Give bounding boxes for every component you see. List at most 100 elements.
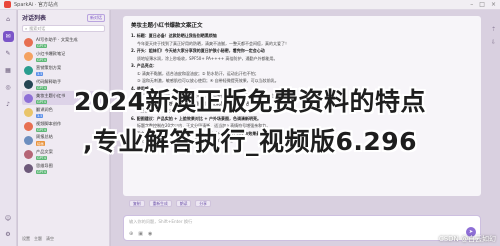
message-line: 标题字数控制在20字以内，正文分段清晰，适当加入表情符号增强亲和力。 (137, 123, 271, 128)
settings-icon[interactable]: ⚙ (3, 229, 14, 240)
copy-button[interactable]: 复制 (129, 200, 145, 207)
chat-items: AI写作助手 · 文案生成 GPT4 小红书爆款笔记 GPT4 营销策划方案 3.5 代码解… (22, 35, 105, 175)
chat-search-box[interactable]: ⌕ 搜索对话 (22, 25, 105, 32)
app-logo-icon (4, 1, 11, 8)
side-tools: ⇡ ⇩ (491, 26, 496, 46)
search-placeholder: 搜索对话 (29, 25, 46, 31)
chat-list-item[interactable]: AI写作助手 · 文案生成 GPT4 (22, 35, 105, 49)
chat-item-text: 小红书爆款笔记 GPT4 (36, 51, 65, 62)
home-icon[interactable]: ⌂ (3, 14, 14, 25)
avatar (24, 135, 33, 145)
chat-item-text: 营销策划方案 3.5 (36, 65, 61, 76)
chat-item-name: 翻译润色 (36, 106, 53, 112)
mindmap-icon[interactable]: ◎ (3, 82, 14, 93)
music-icon[interactable]: ♪ (3, 99, 14, 110)
message-line: 5. 结尾：喜欢的姐妹赶紧冲！评论区告诉我你们的夏日防晒好物吧～ (131, 100, 253, 106)
new-chat-button[interactable]: 新对话 (87, 13, 105, 22)
message-line: 用了一个月，明显感觉皮肤没有被晒黑，而且整体肤色更均匀了，朋友都问我用了什么。 (137, 93, 293, 98)
message-actions: 复制 重新生成 朗读 分享 (129, 200, 211, 207)
mic-icon[interactable]: ◉ (148, 231, 152, 237)
model-badge: GPT4 (36, 43, 47, 48)
message-line: 质地轻薄水润，涂上秒吸收，SPF50+ PA++++ 高倍防护，通勤户外都能用。 (137, 55, 278, 61)
draw-icon[interactable]: ✎ (3, 48, 14, 59)
chat-item-text: 视频脚本创作 GPT4 (36, 121, 61, 132)
avatar (24, 149, 33, 159)
chat-list-panel: 对话列表 新对话 ⌕ 搜索对话 AI写作助手 · 文案生成 GPT4 小红书爆款笔记… (18, 10, 110, 246)
chat-item-text: AI写作助手 · 文案生成 GPT4 (36, 37, 78, 48)
input-tools: ⊕ ▣ ◉ (129, 231, 152, 237)
image-icon[interactable]: ▣ (138, 231, 143, 237)
search-icon: ⌕ (25, 26, 28, 31)
message-line: 7. 发布时间：建议工作日晚上8点-10点，周末中午12点左右发布效果最佳。 (131, 130, 269, 136)
chat-item-text: 美妆主题小红书 GPT4 (36, 93, 65, 104)
chat-list-item[interactable]: 翻译润色 3.5 (22, 105, 105, 119)
chat-list-item[interactable]: 代码解释助手 GPT4 (22, 77, 105, 91)
chat-item-name: 周报总结 (36, 134, 53, 139)
minimize-icon[interactable]: – (470, 1, 473, 8)
avatar (24, 51, 33, 61)
share-button[interactable]: 分享 (195, 200, 211, 207)
chat-list-item[interactable]: 产品文案 GPT4 (22, 147, 105, 161)
avatar (24, 121, 33, 131)
chat-item-name: 思维导图 (36, 162, 53, 168)
message-body: 1. 标题：夏日必备！这款防晒让我告别晒黑烦恼 今年夏天终于找到了真正好用的防晒，… (131, 32, 473, 145)
apps-icon[interactable]: ▦ (3, 65, 14, 76)
theme-tool[interactable]: 主题 (34, 236, 42, 242)
message-line: #夏日防晒 #护肤分享 #好物推荐 #小红书爆款 (137, 108, 223, 113)
model-badge: 绘画 (36, 141, 45, 146)
avatar (24, 163, 33, 173)
maximize-icon[interactable]: □ (479, 1, 485, 8)
model-badge: 3.5 (36, 113, 44, 118)
chat-list-item[interactable]: 小红书爆款笔记 GPT4 (22, 49, 105, 63)
message-card: 美妆主题小红书爆款文案正文 1. 标题：夏日必备！这款防晒让我告别晒黑烦恼 今年夏… (123, 16, 481, 196)
watermark: CSDN @白云如幻 (438, 235, 496, 243)
message-title: 美妆主题小红书爆款文案正文 (131, 23, 203, 29)
avatar (24, 93, 33, 103)
chat-item-text: 周报总结 绘画 (36, 134, 53, 146)
icon-rail: ⌂ ✉ ✎ ▦ ◎ ♪ ☺ ⚙ (0, 10, 17, 246)
model-badge: GPT4 (36, 99, 47, 104)
chat-list-bottom-tools: 设置 主题 清空 (22, 236, 54, 242)
chat-list-title: 对话列表 (22, 15, 47, 22)
main-area: 美妆主题小红书爆款文案正文 1. 标题：夏日必备！这款防晒让我告别晒黑烦恼 今年夏… (111, 10, 500, 246)
avatar (24, 65, 33, 75)
regenerate-button[interactable]: 重新生成 (148, 200, 172, 207)
chat-icon[interactable]: ✉ (2, 31, 14, 42)
window-controls: – □ × (470, 1, 496, 8)
chat-list-item[interactable]: 美妆主题小红书 GPT4 (22, 91, 105, 105)
user-icon[interactable]: ☺ (3, 213, 14, 224)
model-badge: GPT4 (36, 155, 47, 160)
clear-tool[interactable]: 清空 (46, 236, 54, 242)
chat-list-item[interactable]: 周报总结 绘画 (22, 133, 105, 147)
scroll-top-icon[interactable]: ⇡ (491, 26, 496, 33)
read-aloud-button[interactable]: 朗读 (175, 200, 192, 207)
title-bar: SparkAi · 官方站点 – □ × (0, 0, 500, 10)
close-icon[interactable]: × (491, 1, 496, 8)
attach-icon[interactable]: ⊕ (129, 231, 133, 237)
settings-tool[interactable]: 设置 (22, 236, 30, 242)
chat-list-item[interactable]: 思维导图 GPT4 (22, 161, 105, 175)
message-line: 4. 使用感受： (131, 85, 157, 91)
message-line: 6. 配图建议：产品实拍 + 上脸效果对比 + 户外场景图，色调清新明亮。 (131, 115, 261, 121)
chat-item-name: 视频脚本创作 (36, 120, 62, 126)
message-line: ① 清爽不黏腻，适合油皮和混油皮；② 防水防汗，运动出汗也不怕； (137, 70, 259, 76)
model-badge: GPT4 (36, 85, 47, 90)
chat-item-name: AI写作助手 · 文案生成 (36, 36, 78, 42)
message-input[interactable]: 输入你的问题，Shift+Enter 换行 ⊕ ▣ ◉ ➤ (123, 215, 481, 241)
model-badge: GPT4 (36, 57, 47, 62)
message-line: 3. 产品亮点： (131, 63, 157, 68)
avatar (24, 37, 33, 47)
chat-item-text: 产品文案 GPT4 (36, 149, 53, 160)
chat-list-item[interactable]: 营销策划方案 3.5 (22, 63, 105, 77)
message-line: ③ 温和无刺激，敏感肌也可以放心使用；④ 自带轻微提亮效果，可以当妆前乳。 (137, 78, 279, 83)
app-title: SparkAi · 官方站点 (14, 2, 58, 8)
model-badge: GPT4 (36, 127, 47, 132)
chat-list-item[interactable]: 视频脚本创作 GPT4 (22, 119, 105, 133)
chat-item-text: 思维导图 GPT4 (36, 163, 53, 174)
avatar (24, 79, 33, 89)
input-placeholder: 输入你的问题，Shift+Enter 换行 (129, 219, 193, 224)
chat-item-name: 小红书爆款笔记 (36, 50, 66, 56)
message-line: 以上文案可根据具体产品信息进行调整，祝你笔记大爆！ (137, 138, 237, 143)
chat-item-text: 代码解释助手 GPT4 (36, 79, 61, 90)
download-icon[interactable]: ⇩ (491, 39, 496, 46)
